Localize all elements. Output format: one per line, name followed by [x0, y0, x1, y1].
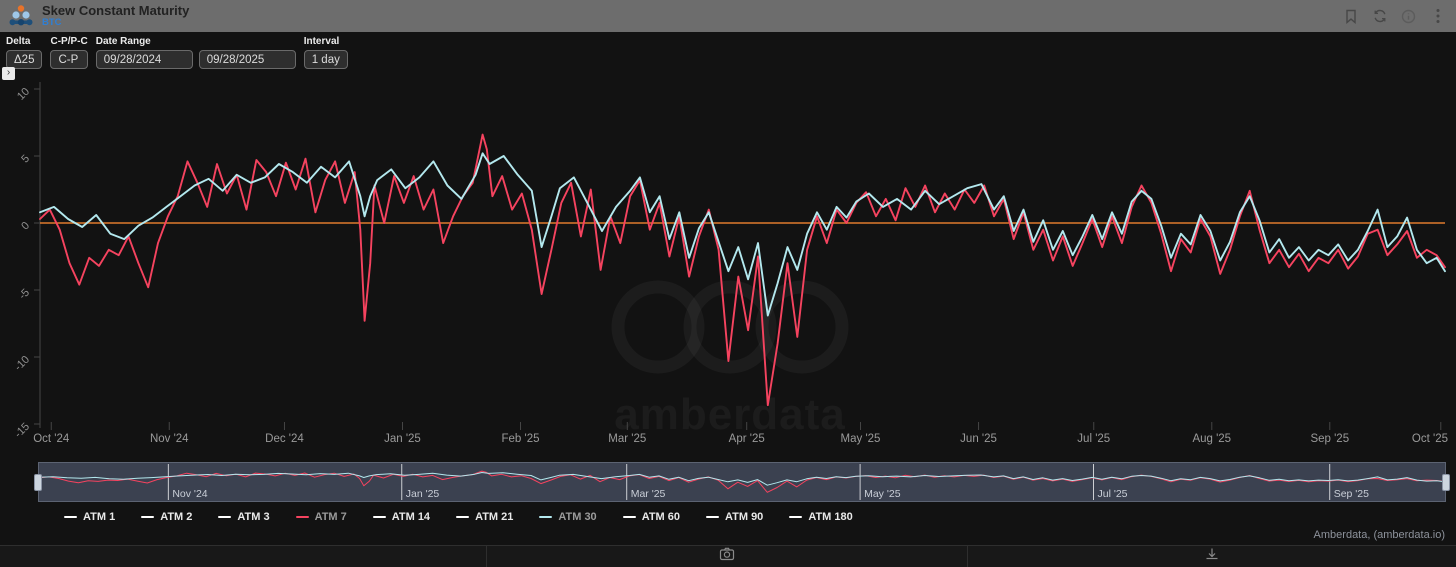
- legend-dash-icon: [539, 516, 553, 518]
- navigator-tick-label: May '25: [864, 488, 901, 500]
- legend-label: ATM 30: [558, 511, 597, 523]
- x-axis-tick-label: Jun '25: [960, 433, 997, 445]
- y-axis-tick-label: 10: [15, 86, 32, 103]
- interval-select[interactable]: 1 day: [303, 50, 348, 69]
- header-bar: Skew Constant Maturity BTC: [0, 0, 1456, 32]
- x-axis-tick-label: Dec '24: [265, 433, 304, 445]
- range-navigator[interactable]: Nov '24 Jan '25 Mar '25 May '25 Jul '25 Sep '…: [34, 462, 1450, 502]
- navigator-tick-label: Mar '25: [631, 488, 666, 500]
- legend-item-atm-2[interactable]: ATM 2: [141, 511, 192, 523]
- camera-icon: [719, 547, 735, 566]
- x-axis-tick-label: Sep '25: [1310, 433, 1349, 445]
- x-axis-tick-label: Aug '25: [1192, 433, 1231, 445]
- legend-item-atm-3[interactable]: ATM 3: [218, 511, 270, 523]
- legend-label: ATM 180: [808, 511, 853, 523]
- main-chart[interactable]: 10 5 0 -5 -10 -15 Oct '24 Nov '24 Dec '24 Jan '25…: [0, 70, 1456, 460]
- legend-item-atm-60[interactable]: ATM 60: [622, 511, 680, 523]
- x-axis-tick-label: Oct '25: [1412, 433, 1448, 445]
- legend-label: ATM 1: [83, 511, 116, 523]
- interval-label: Interval: [303, 36, 340, 47]
- legend-label: ATM 14: [391, 511, 431, 523]
- legend-dash-icon: [141, 516, 155, 518]
- date-range-label: Date Range: [95, 36, 151, 47]
- page-title: Skew Constant Maturity: [42, 3, 190, 19]
- kebab-menu-icon[interactable]: [1429, 8, 1446, 25]
- series-legend: ATM 1 ATM 2 ATM 3 ATM 7 ATM 14 ATM 21 ATM 30 AT…: [64, 511, 853, 523]
- legend-item-atm-1[interactable]: ATM 1: [64, 511, 115, 523]
- navigator-tick-label: Jan '25: [406, 488, 440, 500]
- navigator-right-handle[interactable]: [1442, 474, 1450, 491]
- legend-dash-icon: [64, 516, 77, 518]
- legend-dash-icon: [218, 516, 232, 518]
- amberdata-logo-icon: [9, 5, 33, 26]
- legend-dash-icon: [622, 516, 636, 518]
- toolbar-cell-empty[interactable]: [0, 546, 487, 567]
- legend-label: ATM 21: [475, 511, 514, 523]
- date-end-input[interactable]: [198, 50, 296, 69]
- legend-dash-icon: [295, 516, 309, 518]
- attribution-text: Amberdata, (amberdata.io): [1313, 529, 1445, 541]
- legend-label: ATM 90: [725, 511, 764, 523]
- legend-item-atm-21[interactable]: ATM 21: [456, 511, 513, 523]
- x-axis-tick-label: Feb '25: [502, 433, 540, 445]
- date-start-input[interactable]: [95, 50, 193, 69]
- cp-pc-label: C-P/P-C: [50, 36, 88, 47]
- x-axis-tick-label: Apr '25: [729, 433, 765, 445]
- x-axis-tick-label: Nov '24: [150, 433, 189, 445]
- cp-pc-select[interactable]: C-P: [50, 50, 88, 69]
- x-axis-tick-label: Mar '25: [608, 433, 646, 445]
- x-axis-tick-label: Oct '24: [33, 433, 70, 445]
- navigator-tick-label: Jul '25: [1098, 488, 1128, 500]
- navigator-series-atm-7: [39, 470, 1445, 493]
- skew-constant-maturity-app: Skew Constant Maturity BTC Delta Δ25 C-P…: [0, 0, 1456, 567]
- legend-label: ATM 60: [641, 511, 680, 523]
- y-axis-tick-label: -10: [12, 354, 32, 374]
- navigator-left-handle[interactable]: [34, 474, 42, 491]
- delta-label: Delta: [6, 36, 31, 47]
- navigator-tick-label: Nov '24: [172, 488, 207, 500]
- chart-controls: Delta Δ25 C-P/P-C C-P Date Range Interva…: [6, 36, 348, 69]
- legend-label: ATM 3: [237, 511, 270, 523]
- x-axis-tick-label: May '25: [841, 433, 881, 445]
- legend-item-atm-30[interactable]: ATM 30: [539, 511, 597, 523]
- legend-dash-icon: [456, 516, 470, 518]
- y-axis-tick-label: -5: [17, 287, 32, 302]
- legend-dash-icon: [789, 516, 803, 518]
- legend-item-atm-7[interactable]: ATM 7: [295, 511, 347, 523]
- legend-dash-icon: [706, 516, 719, 518]
- info-icon[interactable]: [1400, 8, 1417, 25]
- x-axis-tick-label: Jan '25: [384, 433, 421, 445]
- y-axis-tick-label: 5: [19, 153, 32, 166]
- bottom-toolbar: [0, 545, 1456, 567]
- navigator-tick-label: Sep '25: [1334, 488, 1369, 500]
- navigator-series-atm-30: [39, 472, 1445, 486]
- legend-item-atm-180[interactable]: ATM 180: [789, 511, 853, 523]
- legend-dash-icon: [372, 516, 386, 518]
- asset-label: BTC: [42, 16, 62, 28]
- legend-item-atm-90[interactable]: ATM 90: [706, 511, 763, 523]
- legend-label: ATM 2: [160, 511, 193, 523]
- download-icon: [1205, 547, 1219, 566]
- series-line-atm-7: [39, 133, 1446, 407]
- y-axis-tick-label: -15: [12, 421, 32, 441]
- legend-label: ATM 7: [314, 511, 347, 523]
- x-axis-tick-label: Jul '25: [1077, 433, 1110, 445]
- bookmark-icon[interactable]: [1342, 8, 1359, 25]
- legend-item-atm-14[interactable]: ATM 14: [372, 511, 431, 523]
- refresh-icon[interactable]: [1371, 8, 1388, 25]
- y-axis-tick-label: 0: [19, 220, 32, 233]
- navigator-chart: Nov '24 Jan '25 Mar '25 May '25 Jul '25 Sep '…: [39, 464, 1445, 500]
- screenshot-button[interactable]: [487, 546, 968, 567]
- download-button[interactable]: [968, 546, 1456, 567]
